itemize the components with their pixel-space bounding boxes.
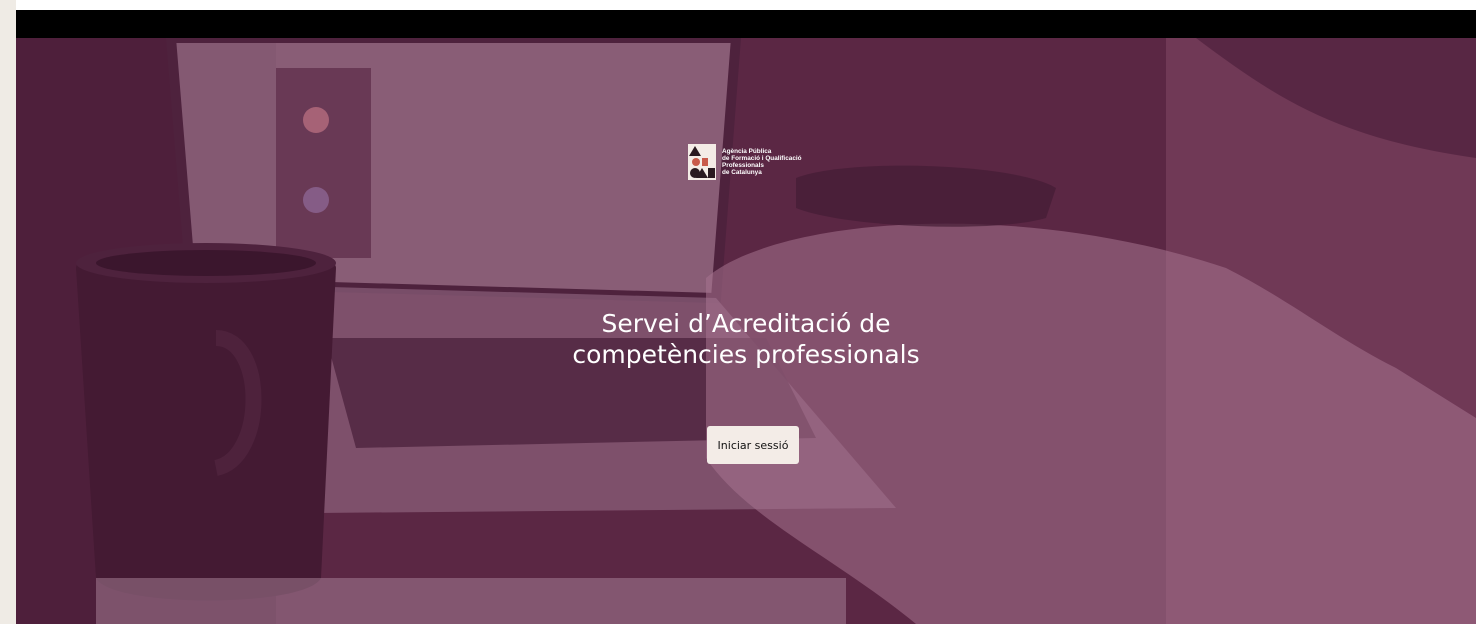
agency-name-line-3: Professionals (722, 162, 764, 169)
top-white-strip (16, 0, 1476, 10)
agency-name-line-2: de Formació i Qualificació (722, 155, 802, 162)
agency-name-line-1: Agència Pública (722, 148, 772, 155)
hero-section: Agència Pública de Formació i Qualificac… (16, 38, 1476, 624)
login-button[interactable]: Iniciar sessió (707, 426, 799, 464)
page-frame: Agència Pública de Formació i Qualificac… (16, 0, 1476, 624)
afpcat-logo-mark (688, 144, 716, 180)
agency-name-line-4: de Catalunya (722, 169, 762, 176)
page-title-line-1: Servei d’Acreditació de (601, 309, 891, 338)
page-title-line-2: competències professionals (572, 340, 920, 369)
agency-logo: Agència Pública de Formació i Qualificac… (688, 144, 802, 180)
top-bar (16, 10, 1476, 38)
page-title: Servei d’Acreditació de competències pro… (496, 308, 996, 370)
agency-name: Agència Pública de Formació i Qualificac… (722, 148, 802, 176)
